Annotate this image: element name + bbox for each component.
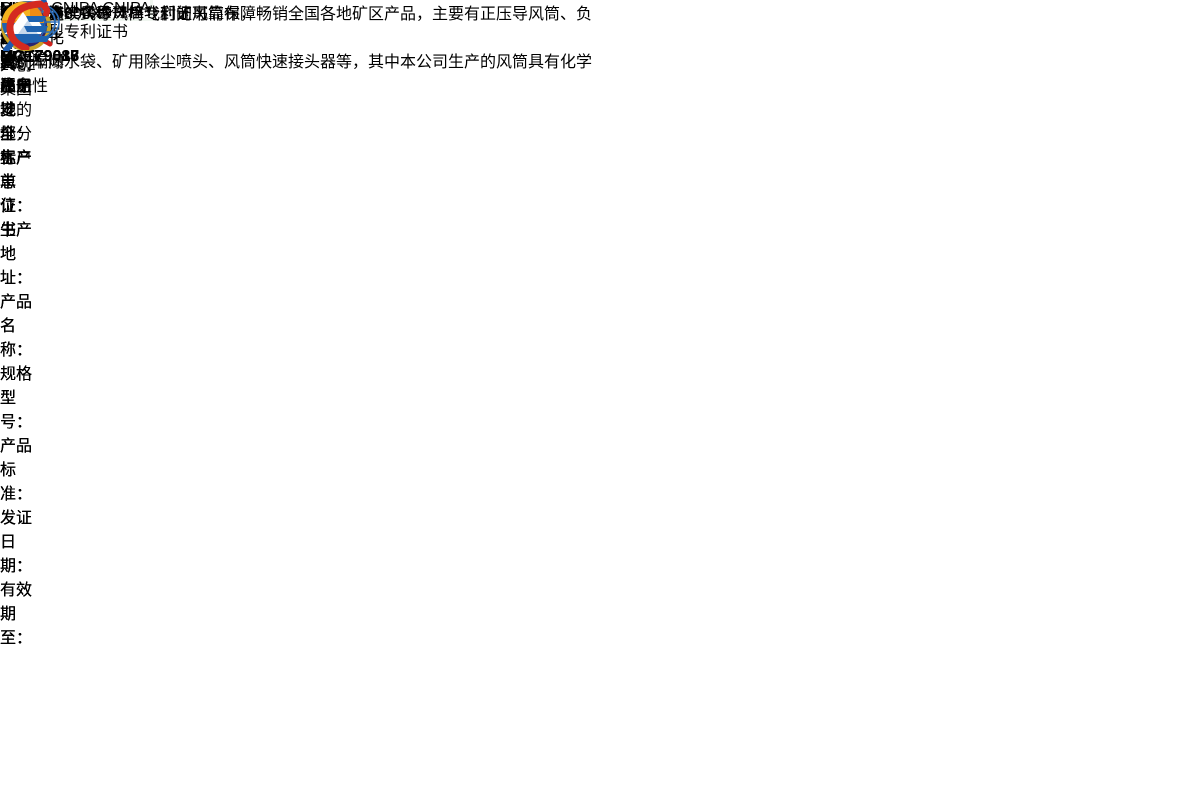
red-swoosh-ties-logo	[0, 37, 56, 54]
client-name-label: 兴创集团	[0, 57, 32, 98]
field-label: 生产地址：	[0, 222, 32, 287]
client-logo-card[interactable]	[0, 0, 56, 55]
field-label: 有效期至：	[0, 582, 32, 647]
field-label: 发证日期：	[0, 510, 32, 575]
intro-line: 筒、隔爆水袋、矿用除尘喷头、风筒快速接头器等，其中本公司生产的风筒具有化学稳定性	[0, 48, 600, 96]
field-label: 规格型号：	[0, 366, 32, 431]
field-label: 产品标准：	[0, 438, 32, 503]
field-label: 产品名称：	[0, 294, 32, 359]
